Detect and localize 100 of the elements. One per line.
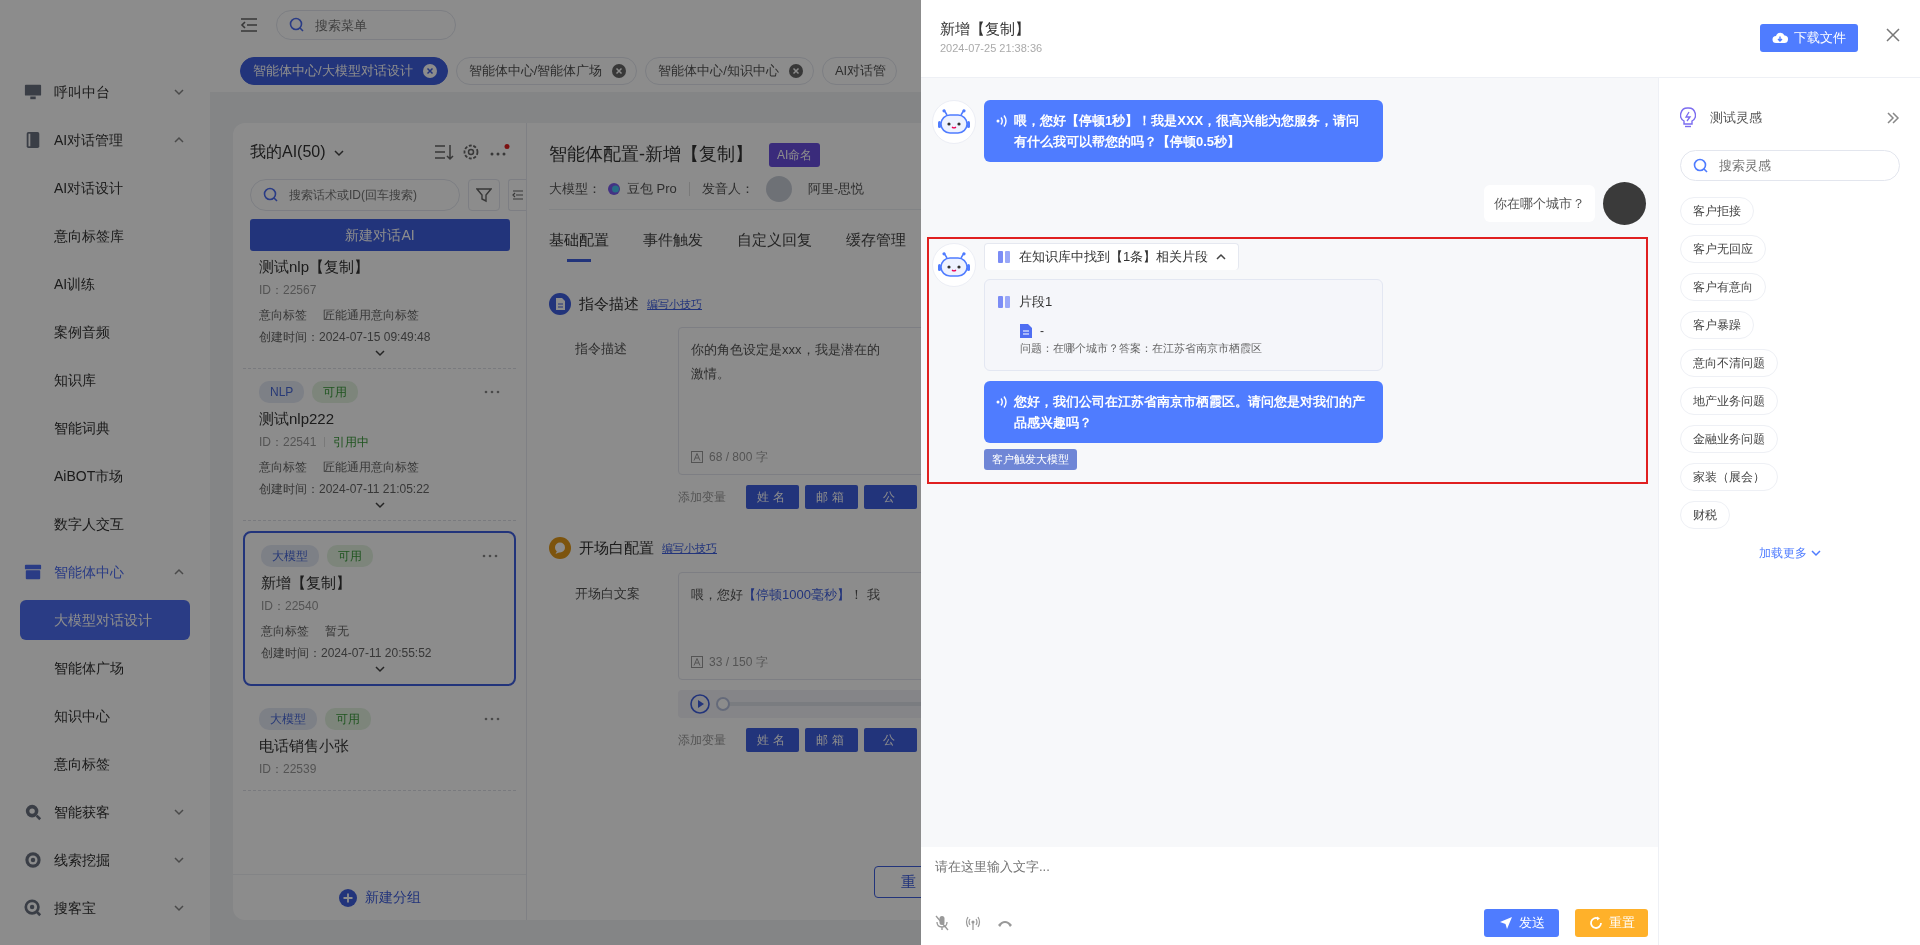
menu-item[interactable]: AI训练 bbox=[0, 260, 210, 308]
download-button[interactable]: 下载文件 bbox=[1760, 24, 1858, 52]
agent-card[interactable]: NLP 可用 测试nlp222 ID：22541 引用中 意向标签 匠能通用意向标签 创建时间：2024-07-11 21:05:22 bbox=[243, 369, 516, 521]
config-tab[interactable]: 事件触发 bbox=[643, 228, 703, 265]
load-more-button[interactable]: 加载更多 bbox=[1753, 543, 1827, 563]
menu-group[interactable]: 线索挖掘 bbox=[0, 836, 210, 884]
speaker-avatar bbox=[765, 175, 792, 202]
agent-card[interactable]: 测试nlp【复制】 ID：22567 意向标签 匠能通用意向标签 创建时间：2024-07-15 09:49:48 bbox=[243, 255, 516, 369]
more-icon[interactable] bbox=[482, 553, 498, 559]
expand-chevron-icon bbox=[374, 348, 385, 358]
chevron-up-icon bbox=[174, 135, 184, 145]
fragment-title: 片段1 bbox=[1019, 293, 1053, 311]
list-title[interactable]: 我的AI(50) bbox=[250, 140, 326, 164]
panel-title: 测试灵感 bbox=[1710, 109, 1763, 128]
phone-icon[interactable] bbox=[997, 918, 1013, 928]
inspiration-chip[interactable]: 客户暴躁 bbox=[1680, 311, 1754, 339]
audio-player[interactable] bbox=[678, 689, 921, 718]
menu-group[interactable]: 智能体中心 bbox=[0, 548, 210, 596]
config-tab[interactable]: 自定义回复 bbox=[737, 228, 812, 265]
tag: NLP bbox=[259, 381, 305, 403]
variable-button[interactable]: 公 bbox=[864, 727, 917, 752]
timestamp: 2024-07-25 21:38:36 bbox=[940, 41, 1044, 56]
variable-button[interactable]: 邮箱 bbox=[805, 727, 858, 752]
menu-group[interactable]: 搜客宝 bbox=[0, 884, 210, 932]
field-label: 意向标签 bbox=[259, 459, 307, 476]
menu-group[interactable]: 呼叫中台 bbox=[0, 68, 210, 116]
inspiration-chip[interactable]: 意向不清问题 bbox=[1680, 349, 1778, 377]
inspiration-search-field[interactable]: 搜索灵感 bbox=[1680, 150, 1900, 181]
collapse-button[interactable] bbox=[508, 179, 526, 211]
menu-item[interactable]: 知识库 bbox=[0, 356, 210, 404]
inspiration-chip[interactable]: 家装（展会） bbox=[1680, 463, 1778, 491]
variable-button[interactable]: 公 bbox=[864, 485, 917, 509]
send-button[interactable]: 发送 bbox=[1484, 909, 1559, 937]
settings-icon[interactable] bbox=[462, 143, 480, 161]
fragment-content: 问题：在哪个城市？答案：在江苏省南京市栖霞区 bbox=[1019, 340, 1263, 356]
menu-item[interactable]: 数字人交互 bbox=[0, 500, 210, 548]
field-label: 开场白文案 bbox=[574, 584, 641, 603]
agent-card[interactable]: 大模型 可用 电话销售小张 ID：22539 bbox=[243, 696, 516, 791]
inspiration-chip[interactable]: 客户拒接 bbox=[1680, 197, 1754, 225]
agent-card[interactable]: 大模型 可用 新增【复制】 ID：22540 意向标签 暂无 创建时间：2024-07-11 20:55:52 bbox=[243, 531, 516, 686]
ai-name-badge[interactable]: AI命名 bbox=[769, 142, 821, 167]
inspiration-chip[interactable]: 金融业务问题 bbox=[1680, 425, 1778, 453]
intent-value: 匠能通用意向标签 bbox=[323, 307, 419, 324]
field-label: 大模型： bbox=[549, 179, 601, 198]
menu-item[interactable]: AI对话设计 bbox=[0, 164, 210, 212]
mic-off-icon[interactable] bbox=[935, 915, 949, 931]
message-text: 您好，我们公司在江苏省南京市栖霞区。请问您是对我们的产品感兴趣吗？ bbox=[1014, 393, 1366, 432]
tag: 大模型 bbox=[261, 545, 319, 567]
list-collapse-icon bbox=[511, 189, 524, 201]
page-tab[interactable]: 智能体中心/大模型对话设计 bbox=[240, 57, 448, 85]
filter-button[interactable] bbox=[468, 179, 500, 211]
tips-link[interactable]: 编写小技巧 bbox=[662, 540, 717, 557]
menu-item[interactable]: 意向标签 bbox=[0, 740, 210, 788]
menu-item[interactable]: 案例音频 bbox=[0, 308, 210, 356]
menu-item[interactable]: 意向标签库 bbox=[0, 212, 210, 260]
menu-item[interactable]: 大模型对话设计 bbox=[20, 600, 190, 640]
created-time: 创建时间：2024-07-11 21:05:22 bbox=[259, 481, 431, 498]
menu-group[interactable]: AI对话管理 bbox=[0, 116, 210, 164]
new-group-button[interactable]: 新建分组 bbox=[334, 885, 425, 910]
close-icon[interactable] bbox=[788, 64, 803, 78]
close-icon[interactable] bbox=[422, 64, 437, 78]
variable-button[interactable]: 姓名 bbox=[746, 485, 799, 509]
new-ai-button[interactable]: 新建对话AI bbox=[250, 219, 510, 251]
close-icon[interactable] bbox=[612, 64, 627, 78]
close-icon bbox=[1886, 28, 1900, 43]
progress-thumb[interactable] bbox=[716, 696, 730, 711]
tips-link[interactable]: 编写小技巧 bbox=[647, 295, 702, 312]
page-tab[interactable]: AI对话管 bbox=[821, 57, 898, 85]
menu-item[interactable]: 智能体广场 bbox=[0, 644, 210, 692]
play-icon[interactable] bbox=[690, 693, 710, 714]
created-time: 创建时间：2024-07-11 20:55:52 bbox=[261, 645, 433, 662]
variable-button[interactable]: 姓名 bbox=[746, 727, 799, 752]
agent-search-field[interactable]: 搜索话术或ID(回车搜索) bbox=[250, 179, 460, 211]
speaker-icon bbox=[996, 114, 1008, 128]
page-tab[interactable]: 智能体中心/智能体广场 bbox=[455, 57, 638, 85]
menu-search-field[interactable]: 搜索菜单 bbox=[276, 10, 456, 40]
text-count-icon bbox=[691, 655, 703, 668]
double-chevron-icon[interactable] bbox=[1886, 112, 1900, 124]
menu-group[interactable]: 智能获客 bbox=[0, 788, 210, 836]
search-icon bbox=[289, 17, 305, 33]
inspiration-chip[interactable]: 客户有意向 bbox=[1680, 273, 1766, 301]
monitor-icon bbox=[24, 83, 42, 101]
knowledge-toggle[interactable]: 在知识库中找到【1条】相关片段 bbox=[984, 243, 1240, 270]
more-icon[interactable] bbox=[484, 389, 500, 395]
more-icon[interactable] bbox=[484, 716, 500, 722]
broadcast-icon[interactable] bbox=[965, 915, 981, 931]
reset-button[interactable]: 重 bbox=[874, 866, 921, 898]
variable-button[interactable]: 邮箱 bbox=[805, 485, 858, 509]
inspiration-chip[interactable]: 地产业务问题 bbox=[1680, 387, 1778, 415]
search-icon bbox=[263, 187, 279, 203]
inspiration-chip[interactable]: 客户无回应 bbox=[1680, 235, 1766, 263]
sort-icon[interactable] bbox=[434, 143, 454, 161]
menu-item[interactable]: 知识中心 bbox=[0, 692, 210, 740]
menu-collapse-icon[interactable] bbox=[240, 17, 258, 33]
menu-item[interactable]: 智能词典 bbox=[0, 404, 210, 452]
menu-item[interactable]: AiBOT市场 bbox=[0, 452, 210, 500]
inspiration-chip[interactable]: 财税 bbox=[1680, 501, 1730, 529]
section-title: 开场白配置 bbox=[579, 538, 654, 558]
config-tab[interactable]: 缓存管理 bbox=[846, 228, 906, 265]
page-tab[interactable]: 智能体中心/知识中心 bbox=[645, 57, 814, 85]
